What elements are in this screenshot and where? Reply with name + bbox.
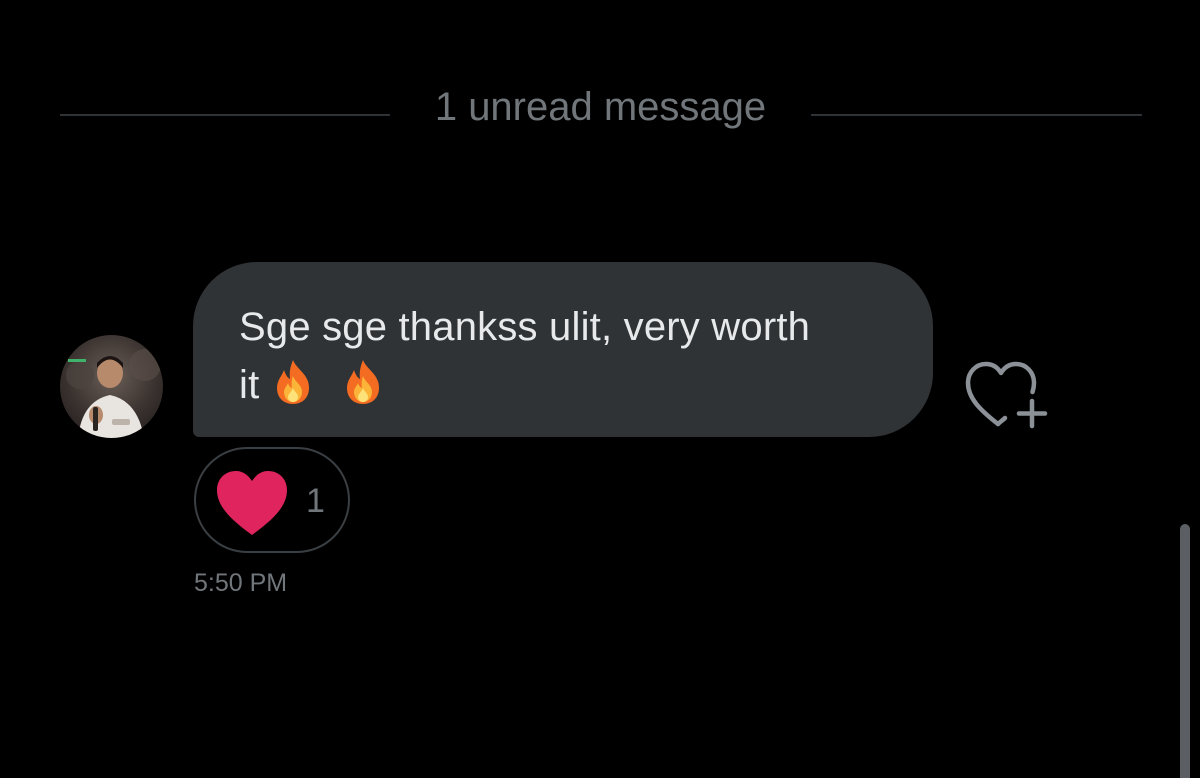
message-text-line-1: Sge sge thankss ulit, very worth bbox=[239, 305, 811, 349]
unread-divider-line-left bbox=[60, 114, 390, 116]
unread-divider-line-right bbox=[811, 114, 1142, 116]
message-timestamp: 5:50 PM bbox=[194, 569, 288, 597]
fire-emoji-icon bbox=[271, 358, 315, 422]
heart-plus-icon bbox=[965, 361, 1048, 429]
message-bubble[interactable]: Sge sge thankss ulit, very worth it bbox=[193, 262, 933, 437]
message-text-line-2: it bbox=[239, 356, 889, 422]
scrollbar-thumb[interactable] bbox=[1180, 524, 1190, 778]
reaction-pill[interactable]: 1 bbox=[194, 447, 350, 553]
message-text: Sge sge thankss ulit, very worth it bbox=[239, 298, 889, 422]
sender-avatar[interactable] bbox=[60, 335, 163, 438]
avatar-photo bbox=[66, 349, 161, 438]
fire-emoji-icon bbox=[341, 358, 385, 422]
reaction-count: 1 bbox=[306, 482, 325, 520]
unread-divider-label: 1 unread message bbox=[434, 85, 767, 129]
dm-conversation-view: 1 unread message Sge sge thankss ulit, v… bbox=[0, 0, 1200, 778]
add-reaction-button[interactable] bbox=[962, 356, 1054, 434]
heart-icon bbox=[214, 469, 290, 542]
message-text-line-2-text: it bbox=[239, 363, 260, 407]
